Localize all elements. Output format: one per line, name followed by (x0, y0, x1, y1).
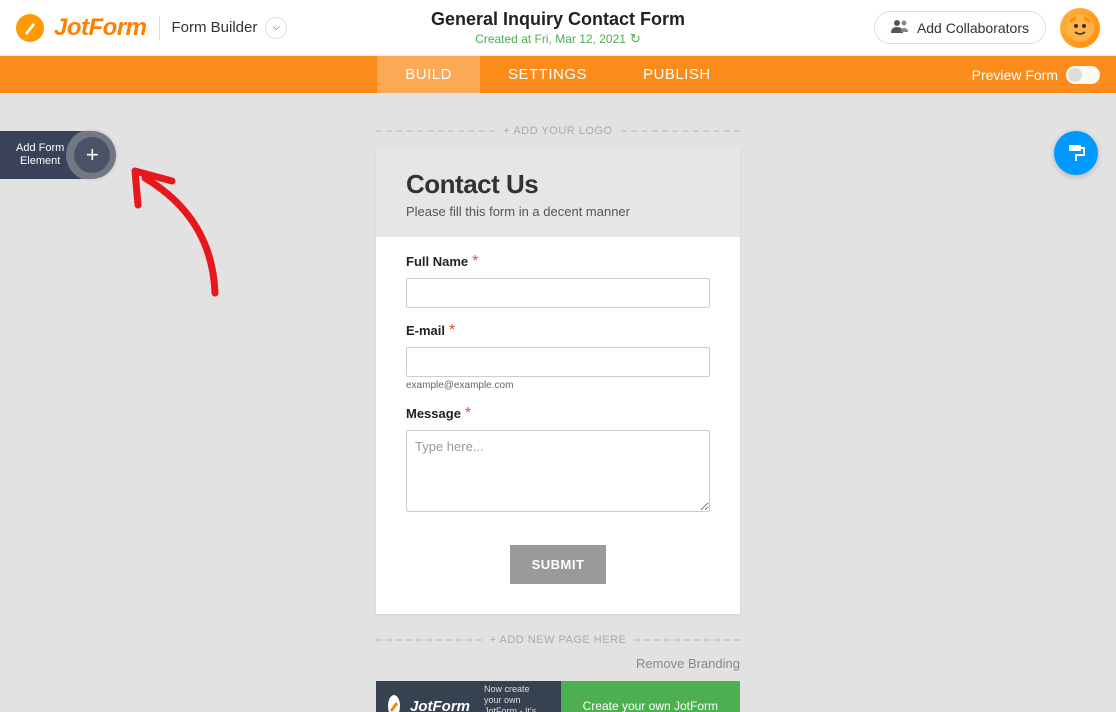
field-message[interactable]: Message * (406, 405, 710, 517)
revert-icon[interactable]: ↻ (630, 31, 641, 47)
design-button[interactable] (1054, 131, 1098, 175)
builder-canvas: Add FormElement + + ADD YOUR LOGO Contac… (0, 93, 1116, 712)
jotform-logo-icon (16, 14, 44, 42)
form-subheading: Please fill this form in a decent manner (406, 204, 710, 219)
tab-settings[interactable]: SETTINGS (480, 56, 615, 93)
promo-cta-button[interactable]: Create your own JotForm (561, 681, 740, 712)
add-page-label: + ADD NEW PAGE HERE (490, 634, 627, 646)
created-at-text: Created at Fri, Mar 12, 2021 (475, 32, 626, 46)
header-right: Add Collaborators (874, 8, 1100, 48)
field-fullname[interactable]: Full Name * (406, 253, 710, 308)
logo-area[interactable]: JotForm (16, 14, 147, 42)
add-page-row[interactable]: + ADD NEW PAGE HERE (376, 634, 740, 646)
add-logo-row[interactable]: + ADD YOUR LOGO (376, 125, 740, 137)
preview-form-area: Preview Form (972, 56, 1100, 93)
collaborators-label: Add Collaborators (917, 20, 1029, 36)
promo-message: Now create your own JotForm - It's free! (484, 684, 549, 712)
annotation-arrow (120, 163, 240, 303)
collaborators-icon (891, 19, 909, 36)
promo-logo-text: JotForm (410, 698, 470, 712)
email-label: E-mail (406, 323, 445, 338)
form-header-block[interactable]: Contact Us Please fill this form in a de… (376, 147, 740, 237)
form-body: Full Name * E-mail * example@example.com M… (376, 237, 740, 614)
promo-logo-icon (388, 695, 400, 712)
email-input[interactable] (406, 347, 710, 377)
header-center: General Inquiry Contact Form Created at … (431, 9, 685, 47)
add-form-element-button[interactable]: Add FormElement + (0, 131, 116, 179)
message-label: Message (406, 406, 461, 421)
form-heading: Contact Us (406, 169, 710, 200)
plus-icon: + (74, 137, 110, 173)
required-star: * (472, 253, 478, 270)
chevron-down-icon[interactable]: ⌵ (265, 17, 287, 39)
required-star: * (449, 322, 455, 339)
email-helper: example@example.com (406, 380, 710, 391)
tabs: BUILD SETTINGS PUBLISH (377, 56, 738, 93)
preview-toggle[interactable] (1066, 66, 1100, 84)
form-title[interactable]: General Inquiry Contact Form (431, 9, 685, 30)
promo-left: JotForm Now create your own JotForm - It… (376, 681, 561, 712)
paint-roller-icon (1065, 142, 1087, 164)
builder-center: + ADD YOUR LOGO Contact Us Please fill t… (376, 93, 740, 712)
submit-button[interactable]: SUBMIT (510, 545, 607, 584)
app-header: JotForm Form Builder ⌵ General Inquiry C… (0, 0, 1116, 56)
tab-build[interactable]: BUILD (377, 56, 480, 93)
user-avatar[interactable] (1060, 8, 1100, 48)
add-collaborators-button[interactable]: Add Collaborators (874, 11, 1046, 44)
field-email[interactable]: E-mail * example@example.com (406, 322, 710, 391)
submit-wrap: SUBMIT (406, 545, 710, 584)
created-at: Created at Fri, Mar 12, 2021 ↻ (431, 31, 685, 47)
form-card: Contact Us Please fill this form in a de… (376, 147, 740, 614)
required-star: * (465, 405, 471, 422)
divider (159, 16, 160, 40)
preview-form-label: Preview Form (972, 67, 1058, 83)
fullname-input[interactable] (406, 278, 710, 308)
promo-bar: JotForm Now create your own JotForm - It… (376, 681, 740, 712)
fullname-label: Full Name (406, 254, 468, 269)
remove-branding-link[interactable]: Remove Branding (376, 656, 740, 671)
add-element-label: Add FormElement (16, 142, 64, 168)
add-logo-label: + ADD YOUR LOGO (503, 125, 612, 137)
tab-bar: BUILD SETTINGS PUBLISH Preview Form (0, 56, 1116, 93)
tab-publish[interactable]: PUBLISH (615, 56, 739, 93)
message-textarea[interactable] (406, 430, 710, 512)
logo-text: JotForm (54, 14, 147, 42)
form-builder-label: Form Builder (172, 19, 258, 36)
